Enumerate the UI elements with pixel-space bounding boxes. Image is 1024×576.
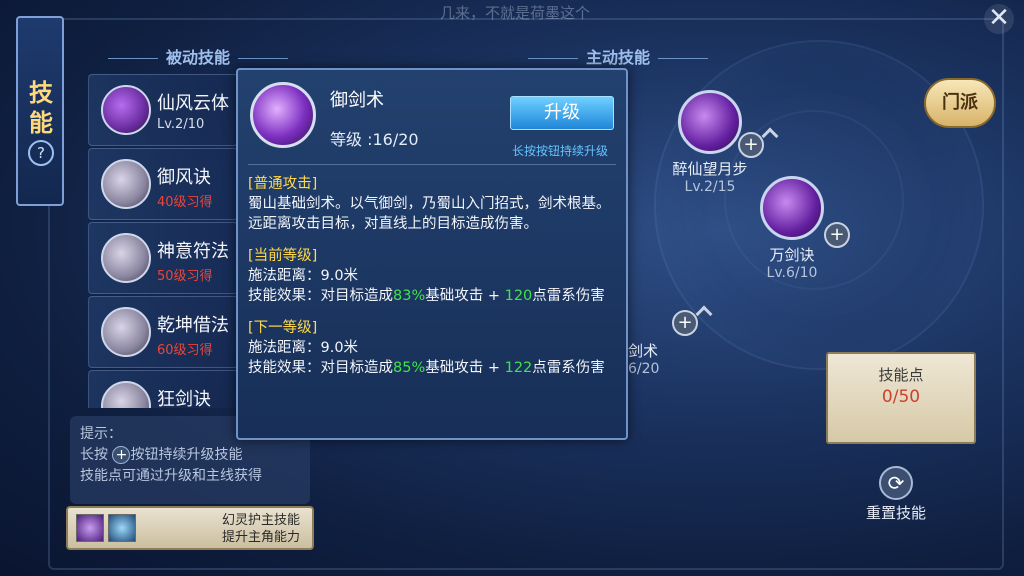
skill-points-value: 0/50 <box>881 387 921 407</box>
passive-skill-list: 仙风云体 Lv.2/10 御风诀 40级习得 神意符法 50级习得 乾坤借法 6… <box>88 74 238 408</box>
passive-skill-item[interactable]: 仙风云体 Lv.2/10 <box>88 74 238 146</box>
passive-skill-unlock: 40级习得 <box>157 195 213 210</box>
passive-skills-title: 被动技能 <box>100 44 296 68</box>
active-skill-level: Lv.6/10 <box>766 265 818 281</box>
passive-skill-icon <box>101 307 151 357</box>
skill-level: 等级 :16/20 <box>330 130 419 149</box>
current-range: 施法距离：9.0米 <box>248 268 359 284</box>
tips-line-2: 技能点可通过升级和主线获得 <box>80 468 262 484</box>
assist-skill-icon <box>108 514 136 542</box>
normal-attack-tag: [普通攻击] <box>248 176 318 192</box>
skill-points-panel: 技能点 0/50 <box>826 352 976 444</box>
current-effect: 技能效果：对目标造成83%基础攻击 + 120点雷系伤害 <box>248 288 605 304</box>
upgrade-plus-button[interactable]: + <box>738 132 764 158</box>
passive-skill-icon <box>101 233 151 283</box>
active-skill-level: 6/20 <box>628 361 660 377</box>
passive-skill-icon <box>101 381 151 408</box>
active-skills-title: 主动技能 <box>520 44 716 68</box>
top-hint-text: 几来，不就是荷墨这个 <box>440 4 591 22</box>
divider <box>248 164 616 165</box>
reset-skills-label: 重置技能 <box>866 504 927 522</box>
next-level-tag: [下一等级] <box>248 320 318 336</box>
passive-skill-item[interactable]: 神意符法 50级习得 <box>88 222 238 294</box>
passive-skill-item[interactable]: 狂剑诀 <box>88 370 238 408</box>
assist-skill-banner[interactable]: 幻灵护主技能 提升主角能力 <box>66 506 314 550</box>
plus-icon: + <box>112 446 131 464</box>
assist-skill-icon <box>76 514 104 542</box>
skill-description: [普通攻击] 蜀山基础剑术。以气御剑，乃蜀山入门招式，剑术根基。远距离攻击目标，… <box>248 174 620 378</box>
help-icon[interactable]: ? <box>28 140 54 166</box>
passive-skill-icon <box>101 85 151 135</box>
active-skill-name: 剑术 <box>628 342 659 360</box>
assist-skill-text: 幻灵护主技能 提升主角能力 <box>221 513 300 545</box>
active-skill-icon <box>678 90 742 154</box>
active-skill-item[interactable]: 剑术 6/20 <box>628 336 678 377</box>
skill-detail-popup: 御剑术 等级 :16/20 升级 长按按钮持续升级 [普通攻击] 蜀山基础剑术。… <box>236 68 628 440</box>
skills-tab[interactable]: 技能 <box>16 16 64 206</box>
refresh-icon: ⟳ <box>879 466 913 500</box>
passive-skill-level: Lv.2/10 <box>157 117 205 132</box>
passive-skill-unlock: 60级习得 <box>157 343 213 358</box>
current-level-tag: [当前等级] <box>248 248 318 264</box>
hold-to-upgrade-hint: 长按按钮持续升级 <box>512 144 609 158</box>
next-range: 施法距离：9.0米 <box>248 340 359 356</box>
passive-skill-unlock: 50级习得 <box>157 269 213 284</box>
passive-skill-name: 御风诀 <box>157 167 211 188</box>
passive-skill-icon <box>101 159 151 209</box>
upgrade-plus-button[interactable]: + <box>672 310 698 336</box>
passive-skill-name: 乾坤借法 <box>157 315 229 336</box>
active-skill-name: 万剑诀 <box>769 246 815 264</box>
active-skill-icon <box>760 176 824 240</box>
upgrade-button[interactable]: 升级 <box>510 96 614 130</box>
skills-tab-label: 技能 <box>29 79 53 137</box>
next-effect: 技能效果：对目标造成85%基础攻击 + 122点雷系伤害 <box>248 360 605 376</box>
skill-points-label: 技能点 <box>878 366 924 384</box>
tips-line-1: 长按 + 按钮持续升级技能 <box>80 446 243 464</box>
passive-skill-name: 神意符法 <box>157 241 229 262</box>
upgrade-plus-button[interactable]: + <box>824 222 850 248</box>
sword-skill-icon <box>250 82 316 148</box>
passive-skill-name: 狂剑诀 <box>157 389 211 408</box>
reset-skills-button[interactable]: ⟳ 重置技能 <box>866 466 926 523</box>
passive-skill-name: 仙风云体 <box>157 93 229 114</box>
skill-desc-text: 蜀山基础剑术。以气御剑，乃蜀山入门招式，剑术根基。远距离攻击目标，对直线上的目标… <box>248 196 611 232</box>
passive-skill-item[interactable]: 御风诀 40级习得 <box>88 148 238 220</box>
passive-skill-item[interactable]: 乾坤借法 60级习得 <box>88 296 238 368</box>
close-button[interactable]: ✕ <box>984 4 1014 34</box>
skill-name: 御剑术 <box>330 90 384 111</box>
sect-button[interactable]: 门派 <box>924 78 996 128</box>
